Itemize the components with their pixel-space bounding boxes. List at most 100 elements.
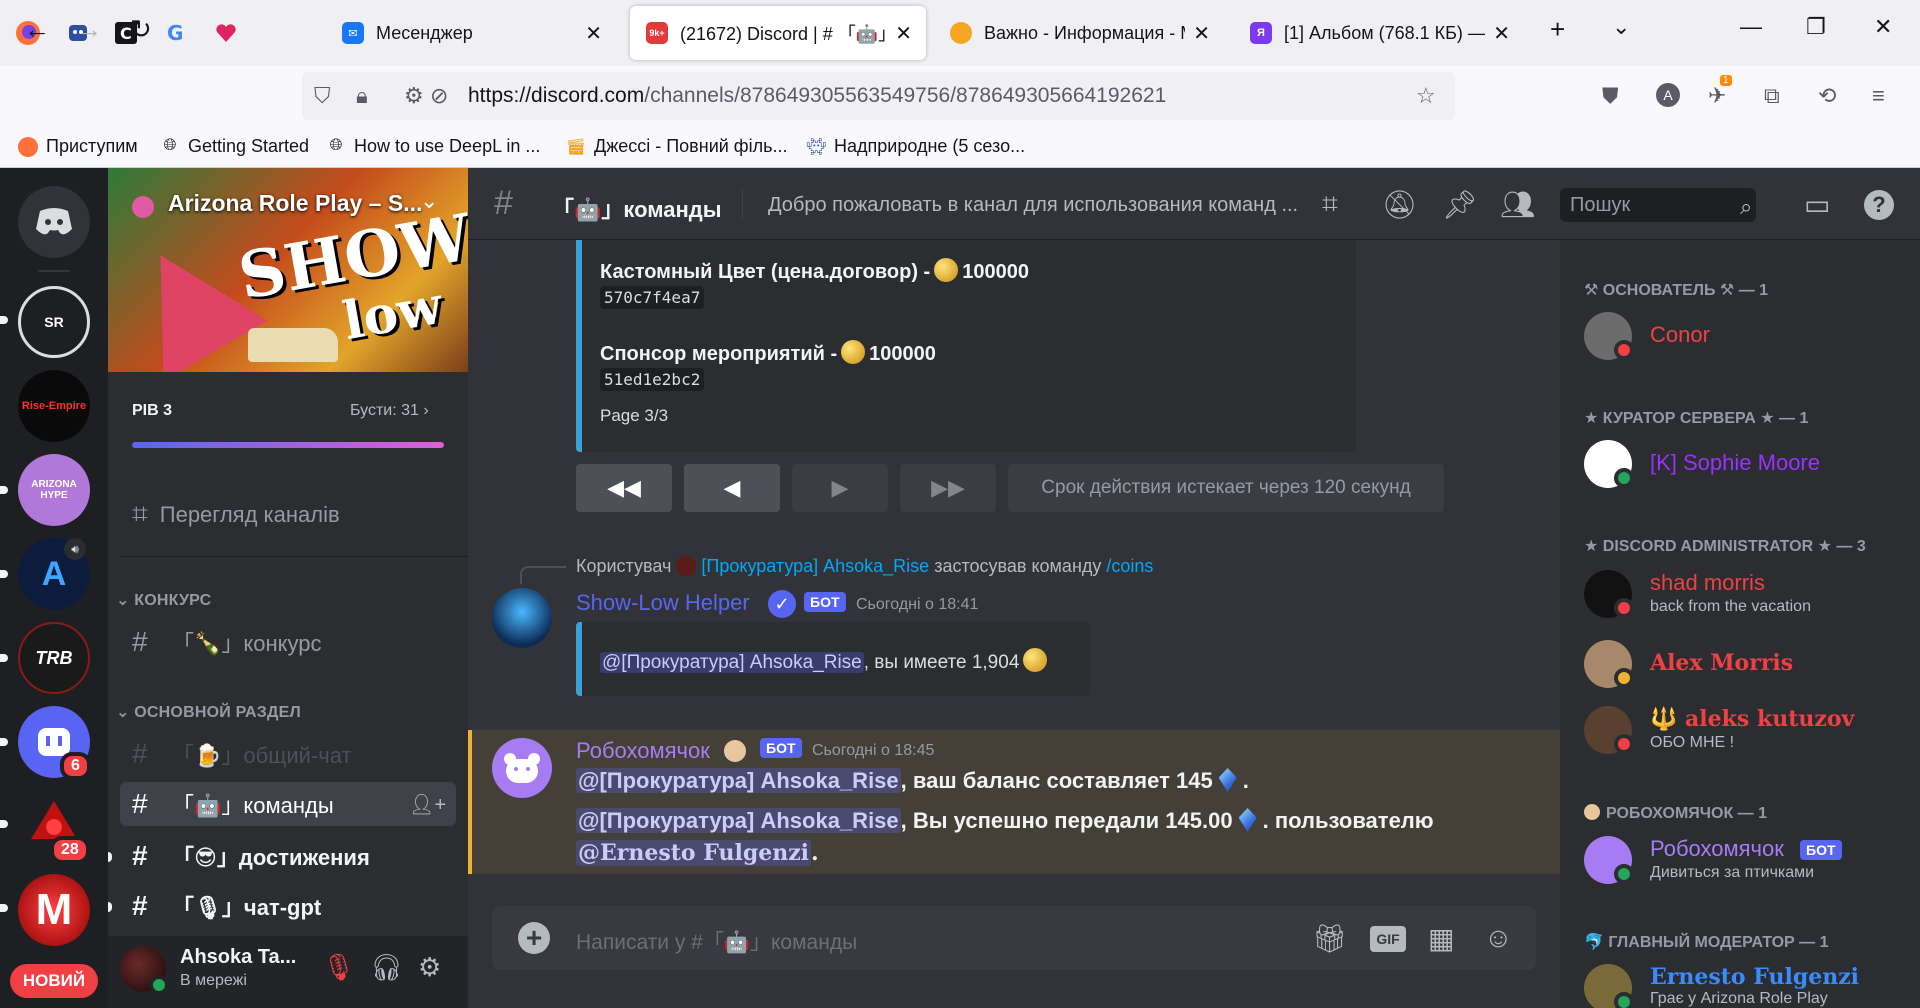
bookmark-item[interactable]: 🌐︎ How to use DeepL in ...	[326, 136, 541, 157]
forward-icon[interactable]: →	[76, 14, 102, 45]
user-name[interactable]: Ahsoka Ta...	[180, 946, 296, 969]
close-tab-icon[interactable]: ✕	[895, 21, 912, 46]
reload-icon[interactable]: ↻	[130, 14, 152, 45]
user-mention[interactable]: @Ernesto Fulgenzi	[576, 840, 812, 866]
browse-channels[interactable]: ⌗ Перегляд каналів	[132, 498, 340, 531]
notifications-muted-icon[interactable]: 🔕︎	[1382, 188, 1418, 221]
next-page-button[interactable]: ▶	[792, 464, 888, 512]
server-icon[interactable]: SR	[18, 286, 90, 358]
app-menu-icon[interactable]: ≡	[1872, 83, 1885, 109]
browser-tab[interactable]: ✉ Месенджер ✕	[326, 6, 616, 60]
server-icon[interactable]: M	[18, 874, 90, 946]
gift-icon[interactable]: 🎁︎	[1312, 922, 1348, 955]
extension-icon[interactable]: ✈ 1	[1708, 75, 1732, 109]
category-main[interactable]: ⌄ ОСНОВНОЙ РАЗДЕЛ	[116, 702, 301, 722]
back-icon[interactable]: ←	[24, 14, 50, 45]
channel-topic[interactable]: Добро пожаловать в канал для использован…	[768, 194, 1298, 217]
message-author[interactable]: Show-Low Helper	[576, 590, 750, 616]
channel-item[interactable]: # 「😎」достижения	[120, 834, 456, 878]
puzzle-extensions-icon[interactable]: ⧉	[1764, 83, 1780, 109]
browser-tab-active[interactable]: 9k+ (21672) Discord | # 「🤖」команды ✕	[630, 6, 926, 60]
headphones-icon[interactable]: 🎧︎	[370, 952, 403, 983]
chevron-down-icon[interactable]: ⌄	[420, 188, 438, 214]
member-name[interactable]: Conor	[1650, 322, 1710, 348]
boost-count[interactable]: Бусти: 31 ›	[350, 402, 429, 420]
first-page-button[interactable]: ◀◀	[576, 464, 672, 512]
message-timestamp[interactable]: Сьогодні о 18:45	[812, 742, 934, 760]
member-name[interactable]: Ernesto Fulgenzi	[1650, 964, 1859, 990]
channel-item-selected[interactable]: # 「🤖」команды 👤︎+	[120, 782, 456, 826]
browser-tab[interactable]: Важно - Информация - М ✕	[934, 6, 1224, 60]
search-icon[interactable]: ⌕	[1740, 194, 1752, 220]
bookmark-item[interactable]: 🎬︎ Джессі - Повний філь...	[566, 136, 788, 157]
url-text[interactable]: https://discord.com/channels/87864930556…	[468, 84, 1166, 108]
permissions-icon[interactable]: ⚙	[404, 83, 424, 109]
invite-user-icon[interactable]: 👤︎+	[409, 792, 446, 817]
threads-icon[interactable]: ⌗	[1322, 188, 1338, 221]
emoji-icon[interactable]: ☺	[1484, 922, 1513, 954]
server-icon[interactable]: TRB	[18, 622, 90, 694]
sticker-icon[interactable]: ▦	[1428, 922, 1454, 955]
member-name[interactable]: [K] Sophie Moore	[1650, 450, 1820, 476]
close-window-icon[interactable]: ✕	[1874, 14, 1892, 40]
bookmark-item[interactable]: 🌐︎ Getting Started	[160, 136, 309, 157]
channel-item[interactable]: # 「🎙」чат-gpt	[120, 884, 456, 928]
bookmark-item[interactable]: Приступим	[18, 136, 138, 157]
message-author[interactable]: Робохомячок	[576, 738, 710, 764]
sync-icon[interactable]: ⟲	[1818, 83, 1836, 109]
channel-item[interactable]: # 「🍺」общий-чат	[120, 732, 456, 776]
category-konkurs[interactable]: ⌄ КОНКУРС	[116, 590, 211, 610]
account-icon[interactable]: A	[1656, 83, 1680, 107]
member-name[interactable]: Робохомячок	[1650, 836, 1784, 862]
verified-check-icon: ✓	[768, 590, 796, 618]
member-name[interactable]: Alex Morris	[1650, 650, 1793, 676]
server-name[interactable]: Arizona Role Play – S...	[168, 190, 422, 217]
tracking-icon[interactable]: ⊘	[430, 83, 448, 109]
last-page-button[interactable]: ▶▶	[900, 464, 996, 512]
new-tab-icon[interactable]: +	[1550, 14, 1565, 45]
member-name[interactable]: 🔱 aleks kutuzov	[1650, 706, 1854, 732]
pinned-messages-icon[interactable]: 📌︎	[1442, 188, 1478, 221]
gif-icon[interactable]: GIF	[1370, 926, 1406, 952]
cmd-user-link[interactable]: [Прокуратура] Ahsoka_Rise	[701, 556, 929, 576]
extension-badge: 1	[1720, 75, 1732, 86]
avatar[interactable]	[492, 738, 552, 798]
user-mention[interactable]: @[Прокуратура] Ahsoka_Rise	[576, 808, 901, 833]
cmd-name-link[interactable]: /coins	[1106, 556, 1153, 576]
boost-level[interactable]: РІВ 3	[132, 402, 172, 420]
close-tab-icon[interactable]: ✕	[585, 21, 602, 46]
list-tabs-chevron-icon[interactable]: ⌄	[1612, 14, 1630, 40]
prev-page-button[interactable]: ◀	[684, 464, 780, 512]
message-timestamp[interactable]: Сьогодні о 18:41	[856, 596, 978, 614]
direct-messages-button[interactable]	[18, 186, 90, 258]
close-tab-icon[interactable]: ✕	[1193, 21, 1210, 46]
mute-mic-icon[interactable]: 🎙︎	[322, 952, 355, 983]
user-mention[interactable]: @[Прокуратура] Ahsoka_Rise	[576, 768, 901, 793]
lock-icon[interactable]: 🔒︎	[356, 83, 368, 109]
user-mention[interactable]: @[Прокуратура] Ahsoka_Rise	[600, 652, 864, 673]
upload-plus-icon[interactable]: +	[518, 922, 550, 954]
bookmark-item[interactable]: 👾︎ Надприродне (5 сезо...	[806, 136, 1025, 157]
pinned-tab-heart-icon[interactable]	[206, 12, 246, 54]
minimize-icon[interactable]: —	[1740, 14, 1762, 40]
server-icon[interactable]: ARIZONA HYPE	[18, 454, 90, 526]
channel-item[interactable]: # 「🍾」конкурс	[120, 620, 456, 664]
close-tab-icon[interactable]: ✕	[1493, 21, 1510, 46]
avatar[interactable]	[492, 588, 552, 648]
message-input-placeholder[interactable]: Написати у #「🤖」команды	[576, 926, 857, 956]
pocket-icon[interactable]: ⛊	[1602, 83, 1619, 109]
help-icon[interactable]: ?	[1864, 190, 1894, 220]
settings-gear-icon[interactable]: ⚙	[418, 952, 441, 983]
shield-icon[interactable]: ⛉	[314, 83, 331, 109]
pinned-tab-google-icon[interactable]: G	[156, 12, 196, 54]
server-icon[interactable]: Rise-Empire	[18, 370, 90, 442]
item-price: 100000	[869, 343, 936, 365]
inbox-icon[interactable]: ▭	[1804, 188, 1830, 221]
bookmark-star-icon[interactable]: ☆	[1416, 83, 1436, 109]
message-text: .	[811, 840, 819, 866]
browser-tab[interactable]: Я [1] Альбом (768.1 КБ) — H ✕	[1234, 6, 1524, 60]
expire-button[interactable]: Срок действия истекает через 120 секунд	[1008, 464, 1444, 512]
restore-icon[interactable]: ❐	[1806, 14, 1826, 40]
member-name[interactable]: shad morris	[1650, 570, 1765, 596]
member-list-icon[interactable]: 👥︎	[1500, 188, 1536, 221]
